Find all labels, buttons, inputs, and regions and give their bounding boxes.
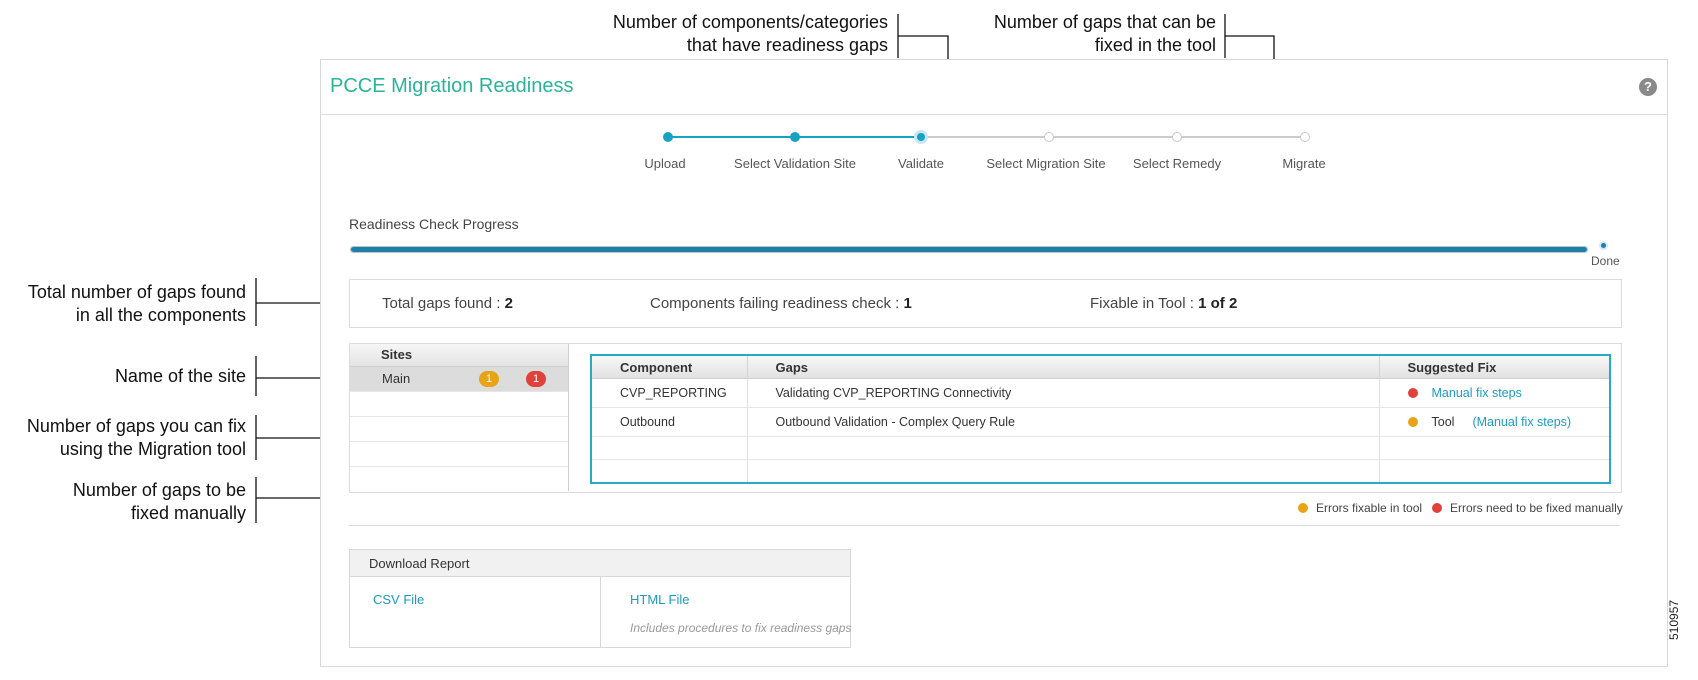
gap-cell: Outbound Validation - Complex Query Rule [747,407,1380,437]
callout-gaps-tool: Number of gaps you can fix using the Mig… [0,415,246,461]
download-report-header: Download Report [350,550,850,577]
step-label-select-validation-site: Select Validation Site [734,156,856,171]
step-label-select-migration-site: Select Migration Site [986,156,1106,171]
site-row-main[interactable]: Main 1 1 [350,367,568,392]
callout-text: Number of gaps to be [72,480,246,500]
progress-status: Done [1591,254,1620,268]
components-failing-value: 1 [903,295,912,312]
manual-fix-dot-icon [1407,388,1418,398]
fixable-in-tool-badge: 1 [479,371,499,387]
callout-text: Number of gaps that can be [993,12,1216,32]
suggested-fix-cell: Manual fix steps [1379,378,1609,408]
gaps-table: Component Gaps Suggested Fix CVP_REPORTI… [590,354,1611,484]
figure-id: 510957 [1667,599,1681,640]
manual-legend-dot-icon [1432,503,1442,513]
tool-fix-dot-icon [1407,417,1418,427]
gaps-table-header: Component Gaps Suggested Fix [592,356,1609,379]
sites-header: Sites [350,344,568,367]
html-column: HTML File Includes procedures to fix rea… [601,577,852,647]
callout-fixable-in-tool: Number of gaps that can be fixed in the … [960,11,1216,57]
legend-manual: Errors need to be fixed manually [1432,501,1623,515]
step-dot-upload[interactable] [663,132,673,142]
site-row-empty [350,392,568,417]
manual-fix-steps-link[interactable]: (Manual fix steps) [1472,415,1571,429]
table-row-empty [592,436,1609,460]
html-file-note: Includes procedures to fix readiness gap… [630,621,852,635]
callout-text: fixed manually [130,503,246,523]
callout-text: Number of gaps you can fix [26,416,246,436]
csv-column: CSV File [350,577,601,647]
callout-text: in all the components [75,305,246,325]
progress-bar [350,246,1588,253]
site-name: Main [382,371,411,386]
sites-list: Sites Main 1 1 [350,344,569,491]
fix-manually-badge: 1 [526,371,546,387]
site-row-empty [350,442,568,467]
column-header-gaps[interactable]: Gaps [747,356,1380,379]
component-cell: Outbound [592,407,748,437]
legend-manual-label: Errors need to be fixed manually [1450,501,1623,515]
step-label-validate: Validate [897,156,945,171]
table-row-empty [592,459,1609,482]
total-gaps-value: 2 [504,295,513,312]
fixable-in-tool-value: 1 of 2 [1198,295,1238,312]
results-area: Sites Main 1 1 Component Gaps Suggested … [349,343,1622,493]
gap-cell: Validating CVP_REPORTING Connectivity [747,378,1380,408]
step-dot-validate[interactable] [917,133,925,141]
callout-total-gaps: Total number of gaps found in all the co… [0,281,246,327]
step-dot-select-remedy[interactable] [1172,132,1182,142]
fixable-in-tool: Fixable in Tool : 1 of 2 [1090,295,1237,312]
tool-fix-label[interactable]: Tool [1432,415,1455,429]
divider [349,525,1620,526]
csv-file-link[interactable]: CSV File [373,592,424,607]
callout-gaps-manual: Number of gaps to be fixed manually [0,479,246,525]
download-report: Download Report CSV File HTML File Inclu… [349,549,851,648]
step-label-select-remedy: Select Remedy [1132,156,1222,171]
html-file-link[interactable]: HTML File [630,592,689,607]
step-dot-select-validation-site[interactable] [790,132,800,142]
legend-tool: Errors fixable in tool [1298,501,1422,515]
site-row-empty [350,467,568,491]
table-row: CVP_REPORTING Validating CVP_REPORTING C… [592,378,1609,408]
components-failing: Components failing readiness check : 1 [650,295,912,312]
progress-label: Readiness Check Progress [349,216,519,232]
total-gaps: Total gaps found : 2 [382,295,513,312]
step-label-upload: Upload [644,156,686,171]
manual-fix-steps-link[interactable]: Manual fix steps [1432,386,1522,400]
fixable-in-tool-label: Fixable in Tool : [1090,295,1199,312]
step-dot-migrate[interactable] [1300,132,1310,142]
component-cell: CVP_REPORTING [592,378,748,408]
step-label-migrate: Migrate [1282,156,1326,171]
callout-text: using the Migration tool [59,439,246,459]
suggested-fix-cell: Tool (Manual fix steps) [1379,407,1609,437]
table-row: Outbound Outbound Validation - Complex Q… [592,407,1609,437]
callout-text: Total number of gaps found [27,282,246,302]
tool-legend-dot-icon [1298,503,1308,513]
callout-text: fixed in the tool [1094,35,1216,55]
callout-site-name: Name of the site [0,365,246,388]
progress-fill [351,247,1587,252]
migration-readiness-panel: PCCE Migration Readiness ? Upload Select… [320,59,1668,667]
column-header-component[interactable]: Component [592,356,748,379]
total-gaps-label: Total gaps found : [382,295,505,312]
progress-end-dot [1601,243,1606,248]
callout-text: that have readiness gaps [686,35,888,55]
callout-text: Name of the site [114,366,246,386]
column-header-suggested-fix[interactable]: Suggested Fix [1379,356,1609,379]
legend-tool-label: Errors fixable in tool [1316,501,1423,515]
summary-box: Total gaps found : 2 Components failing … [349,279,1622,328]
stepper-track [669,136,1305,138]
step-dot-select-migration-site[interactable] [1044,132,1054,142]
site-row-empty [350,417,568,442]
callout-text: Number of components/categories [612,12,888,32]
components-failing-label: Components failing readiness check : [650,295,904,312]
callout-components-failing: Number of components/categories that hav… [590,11,888,57]
